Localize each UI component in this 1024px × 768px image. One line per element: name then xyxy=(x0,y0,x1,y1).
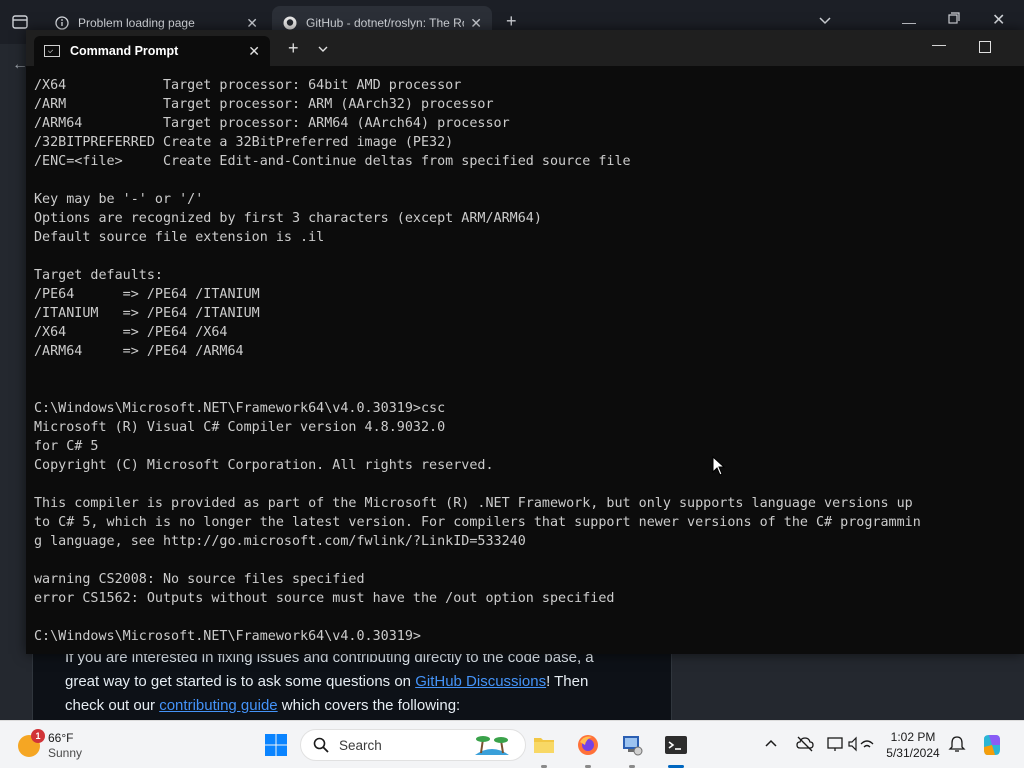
weather-condition: Sunny xyxy=(48,746,83,760)
new-tab-button[interactable]: + xyxy=(288,39,299,57)
clock[interactable]: 1:02 PM 5/31/2024 xyxy=(880,729,946,761)
sun-icon: 1 xyxy=(18,729,45,757)
contributing-guide-link[interactable]: contributing guide xyxy=(159,697,277,714)
app-icon[interactable] xyxy=(620,733,644,757)
clock-time: 1:02 PM xyxy=(890,730,936,744)
cloud-offline-icon[interactable] xyxy=(796,735,814,753)
console-output[interactable]: /X64 Target processor: 64bit AMD process… xyxy=(34,76,1024,654)
firefox-icon[interactable] xyxy=(576,733,600,757)
terminal-window: Command Prompt ✕ + — /X64 Target process… xyxy=(26,30,1024,654)
console-line: to C# 5, which is no longer the latest v… xyxy=(34,515,921,530)
taskbar: 1 66°F Sunny Search 1:02 PM 5/31/2024 xyxy=(0,720,1024,768)
file-explorer-icon[interactable] xyxy=(532,733,556,757)
console-line: This compiler is provided as part of the… xyxy=(34,496,913,511)
terminal-tab-command-prompt[interactable]: Command Prompt ✕ xyxy=(34,36,270,66)
weather-widget[interactable]: 1 66°F Sunny xyxy=(18,728,82,764)
console-line: g language, see http://go.microsoft.com/… xyxy=(34,534,526,549)
text: check out our xyxy=(65,697,160,714)
minimize-button[interactable]: — xyxy=(932,36,946,52)
terminal-icon[interactable] xyxy=(664,733,688,757)
console-line: Key may be '-' or '/' xyxy=(34,192,204,207)
copilot-icon[interactable] xyxy=(980,733,1004,757)
chevron-up-icon[interactable] xyxy=(764,737,778,751)
terminal-tab-title: Command Prompt xyxy=(70,44,179,58)
console-line: /ARM Target processor: ARM (AArch32) pro… xyxy=(34,97,494,112)
mouse-cursor-icon xyxy=(712,456,726,476)
console-line: Microsoft (R) Visual C# Compiler version… xyxy=(34,420,446,435)
close-icon[interactable]: ✕ xyxy=(248,43,260,60)
close-icon[interactable]: ✕ xyxy=(470,15,482,32)
tab-actions-icon[interactable] xyxy=(10,12,30,32)
chevron-down-icon[interactable] xyxy=(818,14,832,28)
bell-icon[interactable] xyxy=(948,735,966,753)
new-tab-button[interactable]: + xyxy=(506,12,517,30)
console-line: for C# 5 xyxy=(34,439,99,454)
github-discussions-link[interactable]: GitHub Discussions xyxy=(415,673,546,690)
console-line: /X64 => /PE64 /X64 xyxy=(34,325,228,340)
cmd-icon xyxy=(44,45,60,57)
console-line: error CS1562: Outputs without source mus… xyxy=(34,591,615,606)
close-icon[interactable]: ✕ xyxy=(246,15,258,32)
console-line: C:\Windows\Microsoft.NET\Framework64\v4.… xyxy=(34,401,446,416)
console-line: Default source file extension is .il xyxy=(34,230,325,245)
network-icon[interactable] xyxy=(858,735,876,753)
console-line: /X64 Target processor: 64bit AMD process… xyxy=(34,78,462,93)
console-line: warning CS2008: No source files specifie… xyxy=(34,572,365,587)
restore-icon[interactable] xyxy=(948,12,960,24)
notification-badge: 1 xyxy=(31,729,45,743)
console-line: /ARM64 => /PE64 /ARM64 xyxy=(34,344,244,359)
console-line: /ENC=<file> Create Edit-and-Continue del… xyxy=(34,154,631,169)
maximize-button[interactable] xyxy=(979,41,991,53)
terminal-tab-bar: Command Prompt ✕ + — xyxy=(26,30,1024,66)
console-line: /32BITPREFERRED Create a 32BitPreferred … xyxy=(34,135,454,150)
clock-date: 5/31/2024 xyxy=(886,746,940,760)
close-window-button[interactable]: ✕ xyxy=(992,10,1005,30)
text: which covers the following: xyxy=(277,697,461,714)
weather-temperature: 66°F xyxy=(48,731,74,745)
chevron-down-icon[interactable] xyxy=(318,44,328,54)
info-icon xyxy=(54,15,70,31)
console-line: Options are recognized by first 3 charac… xyxy=(34,211,542,226)
readme-line: great way to get started is to ask some … xyxy=(65,670,645,694)
browser-tab-title: GitHub - dotnet/roslyn: The Ro xyxy=(306,16,465,30)
console-line: /ITANIUM => /PE64 /ITANIUM xyxy=(34,306,260,321)
console-line: C:\Windows\Microsoft.NET\Framework64\v4.… xyxy=(34,629,421,644)
text: ! Then xyxy=(546,673,589,690)
console-line: /PE64 => /PE64 /ITANIUM xyxy=(34,287,260,302)
display-icon[interactable] xyxy=(826,735,844,753)
text: great way to get started is to ask some … xyxy=(65,673,416,690)
minimize-button[interactable]: — xyxy=(902,14,916,30)
console-line: Target defaults: xyxy=(34,268,163,283)
windows-start-icon[interactable] xyxy=(264,733,288,757)
github-icon xyxy=(282,15,298,31)
search-icon xyxy=(313,737,329,753)
console-line: Copyright (C) Microsoft Corporation. All… xyxy=(34,458,494,473)
taskbar-search-box[interactable]: Search xyxy=(300,729,526,761)
console-line: /ARM64 Target processor: ARM64 (AArch64)… xyxy=(34,116,510,131)
browser-tab-title: Problem loading page xyxy=(78,16,195,30)
search-label: Search xyxy=(339,737,382,753)
search-highlight-icon xyxy=(475,736,509,755)
readme-line: check out our contributing guide which c… xyxy=(65,694,645,718)
